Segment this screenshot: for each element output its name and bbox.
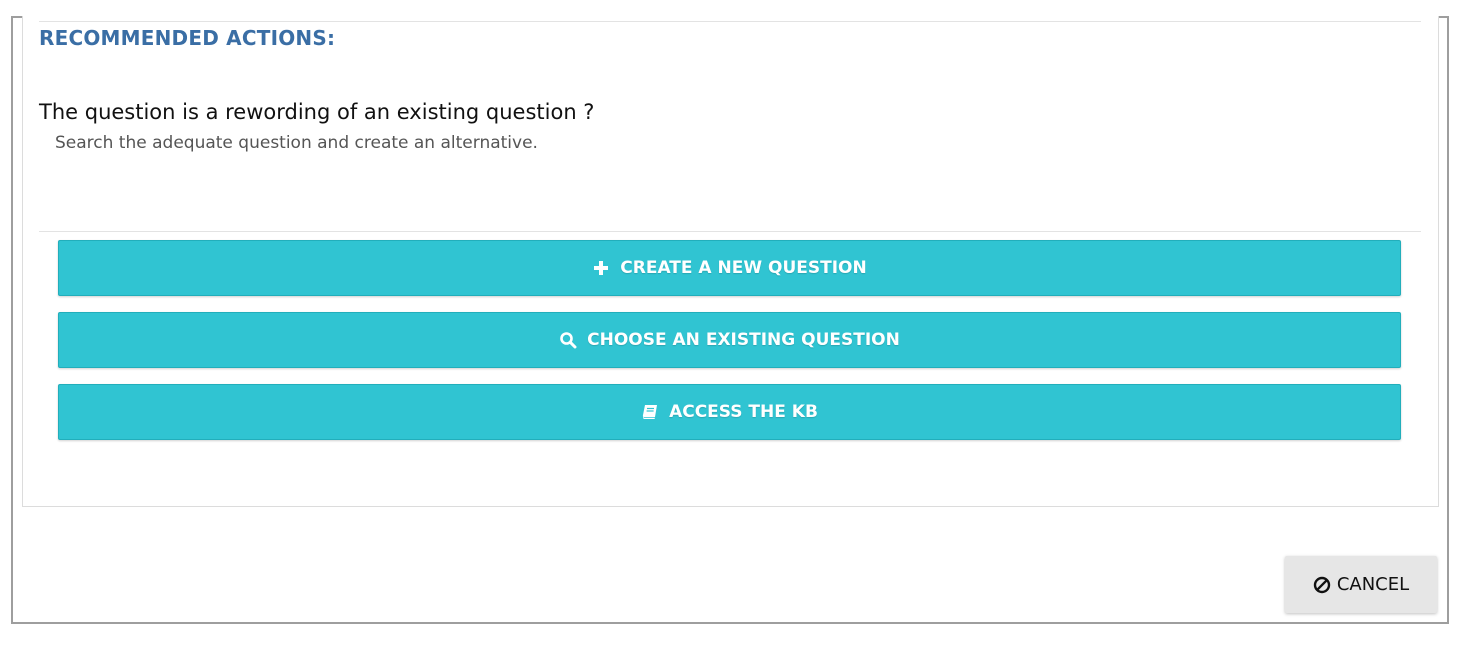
search-icon <box>559 331 577 349</box>
create-new-question-label: CREATE A NEW QUESTION <box>620 258 867 278</box>
access-kb-label: ACCESS THE KB <box>669 402 818 422</box>
question-hint: Search the adequate question and create … <box>55 133 538 153</box>
access-kb-button[interactable]: ACCESS THE KB <box>58 384 1401 440</box>
section-title: RECOMMENDED ACTIONS: <box>39 26 336 50</box>
ban-icon <box>1313 576 1331 594</box>
cancel-button[interactable]: CANCEL <box>1285 556 1437 613</box>
top-divider <box>39 21 1421 22</box>
question-heading: The question is a rewording of an existi… <box>39 100 595 124</box>
section-divider <box>39 231 1421 232</box>
book-icon <box>641 403 659 421</box>
cancel-label: CANCEL <box>1336 574 1410 595</box>
recommended-actions-panel: RECOMMENDED ACTIONS: The question is a r… <box>22 16 1439 507</box>
choose-existing-question-label: CHOOSE AN EXISTING QUESTION <box>587 330 900 350</box>
recommended-actions-dialog: RECOMMENDED ACTIONS: The question is a r… <box>11 16 1449 624</box>
choose-existing-question-button[interactable]: CHOOSE AN EXISTING QUESTION <box>58 312 1401 368</box>
create-new-question-button[interactable]: CREATE A NEW QUESTION <box>58 240 1401 296</box>
plus-icon <box>592 259 610 277</box>
